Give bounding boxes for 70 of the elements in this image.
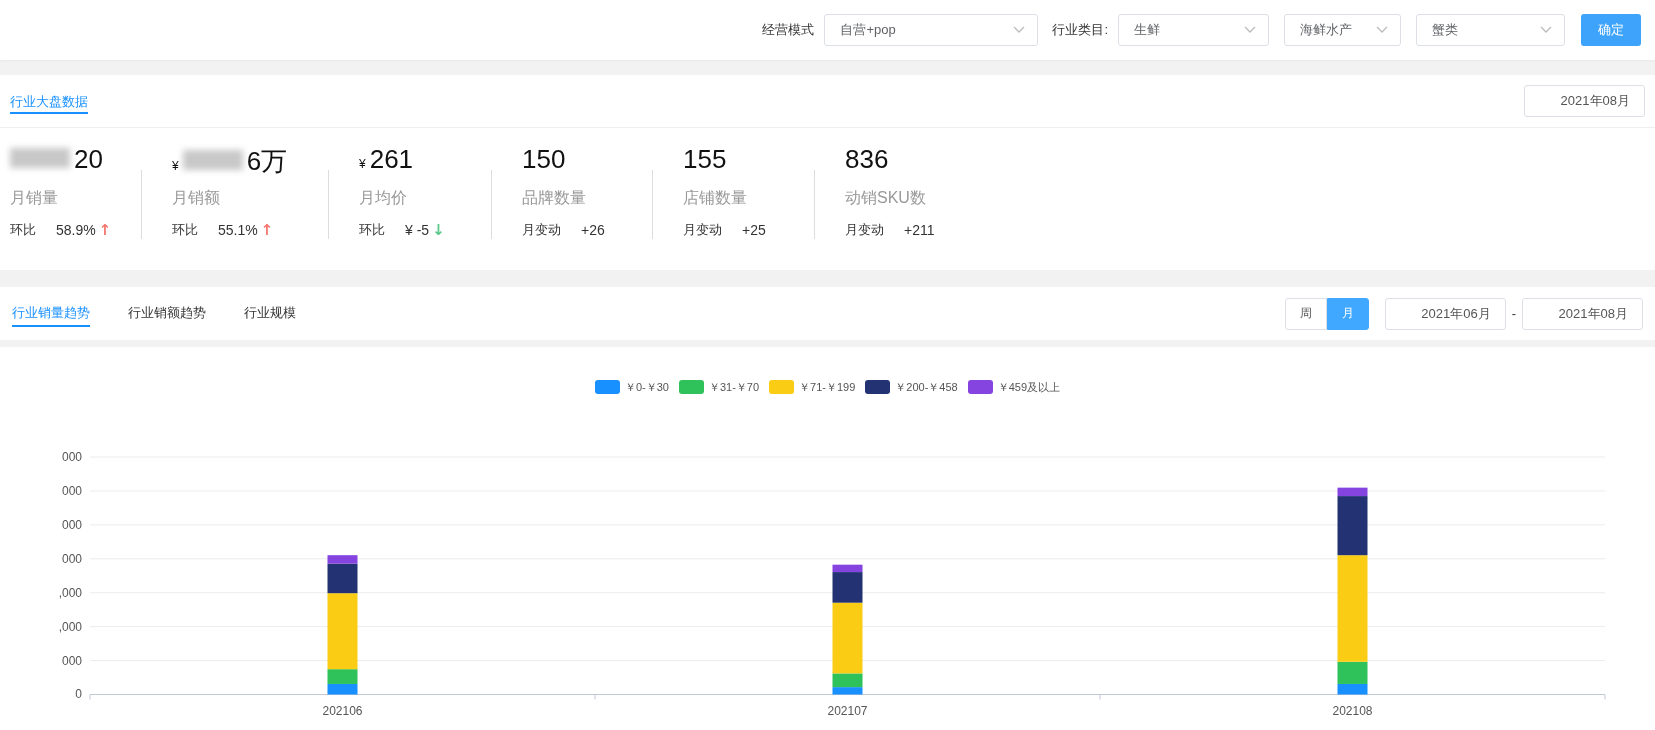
change-value: 55.1% <box>218 222 258 238</box>
axis-label: 000 <box>61 517 82 532</box>
end-date-picker[interactable]: 2021年08月 <box>1522 297 1643 330</box>
change-label: 月变动 <box>683 221 722 239</box>
axis-label: 000 <box>61 551 82 566</box>
metric-label: 动销SKU数 <box>845 188 927 208</box>
metric-label: 月销量 <box>10 188 59 208</box>
axis-label: 000 <box>61 450 82 465</box>
filter-label: 经营模式 <box>762 21 815 39</box>
dropdown-select[interactable]: 生鲜 <box>1118 14 1269 46</box>
stacked-bar[interactable] <box>832 564 863 695</box>
metric-value: 20 <box>74 144 103 175</box>
change-value: ¥ -5 <box>405 222 430 238</box>
period-toggle-button[interactable]: 周 <box>1284 297 1327 330</box>
legend-swatch[interactable] <box>865 380 891 394</box>
stacked-bar[interactable] <box>1337 487 1368 695</box>
axis-label: ,000 <box>58 585 82 600</box>
change-label: 环比 <box>10 221 36 239</box>
trend-arrow: ↑ <box>98 221 112 239</box>
axis-label: 000 <box>61 483 82 498</box>
chevron-down-icon <box>1540 26 1552 34</box>
chevron-down-icon <box>1376 26 1388 34</box>
axis-label: 202106 <box>322 703 363 718</box>
change-value: 58.9% <box>56 222 96 238</box>
metric-value: 150 <box>522 144 566 175</box>
change-label: 月变动 <box>522 221 561 239</box>
change-label: 月变动 <box>845 221 884 239</box>
axis-label: 202108 <box>1332 703 1373 718</box>
change-value: +26 <box>581 222 605 238</box>
legend-label[interactable]: ￥0-￥30 <box>624 379 669 395</box>
filter-label: 行业类目: <box>1052 21 1108 39</box>
change-value: +25 <box>742 222 766 238</box>
legend-label[interactable]: ￥71-￥199 <box>799 379 856 395</box>
legend-label[interactable]: ￥459及以上 <box>997 379 1061 395</box>
dropdown-select[interactable]: 蟹类 <box>1416 14 1565 46</box>
legend-label[interactable]: ￥200-￥458 <box>895 379 958 395</box>
trend-arrow: ↑ <box>260 221 274 239</box>
axis-label: 202107 <box>827 703 868 718</box>
axis-label: ,000 <box>58 619 82 634</box>
range-separator: - <box>1511 306 1516 321</box>
chevron-down-icon <box>1013 26 1026 34</box>
tab[interactable]: 行业规模 <box>244 300 296 327</box>
legend-swatch[interactable] <box>594 380 620 394</box>
metric-value: 155 <box>683 144 727 175</box>
change-value: +211 <box>904 222 935 238</box>
metric-label: 月均价 <box>359 188 408 208</box>
metric-value: 261 <box>369 144 414 175</box>
tab[interactable]: 行业销额趋势 <box>128 300 206 327</box>
axis-label: 0 <box>75 687 82 702</box>
change-label: 环比 <box>172 221 198 239</box>
legend-label[interactable]: ￥31-￥70 <box>708 379 760 395</box>
trend-arrow: ↓ <box>432 221 445 239</box>
change-label: 环比 <box>359 221 385 239</box>
start-date-picker[interactable]: 2021年06月 <box>1384 297 1506 330</box>
metric-label: 店铺数量 <box>683 188 748 208</box>
dropdown-select[interactable]: 海鲜水产 <box>1284 14 1401 46</box>
currency-symbol: ¥ <box>359 157 366 171</box>
stacked-bar[interactable] <box>327 555 358 695</box>
legend-swatch[interactable] <box>678 380 704 394</box>
chevron-down-icon <box>1244 26 1256 34</box>
currency-symbol: ¥ <box>172 159 179 173</box>
metric-label: 品牌数量 <box>522 188 587 208</box>
metric-label: 月销额 <box>172 188 221 208</box>
metric-value: 836 <box>845 144 889 175</box>
legend-swatch[interactable] <box>769 380 795 394</box>
month-picker[interactable]: 2021年08月 <box>1524 85 1645 117</box>
legend-swatch[interactable] <box>967 380 993 394</box>
dropdown-select[interactable]: 自营+pop <box>824 14 1039 46</box>
axis-label: 000 <box>61 653 82 668</box>
metric-value: 6万 <box>246 145 288 178</box>
